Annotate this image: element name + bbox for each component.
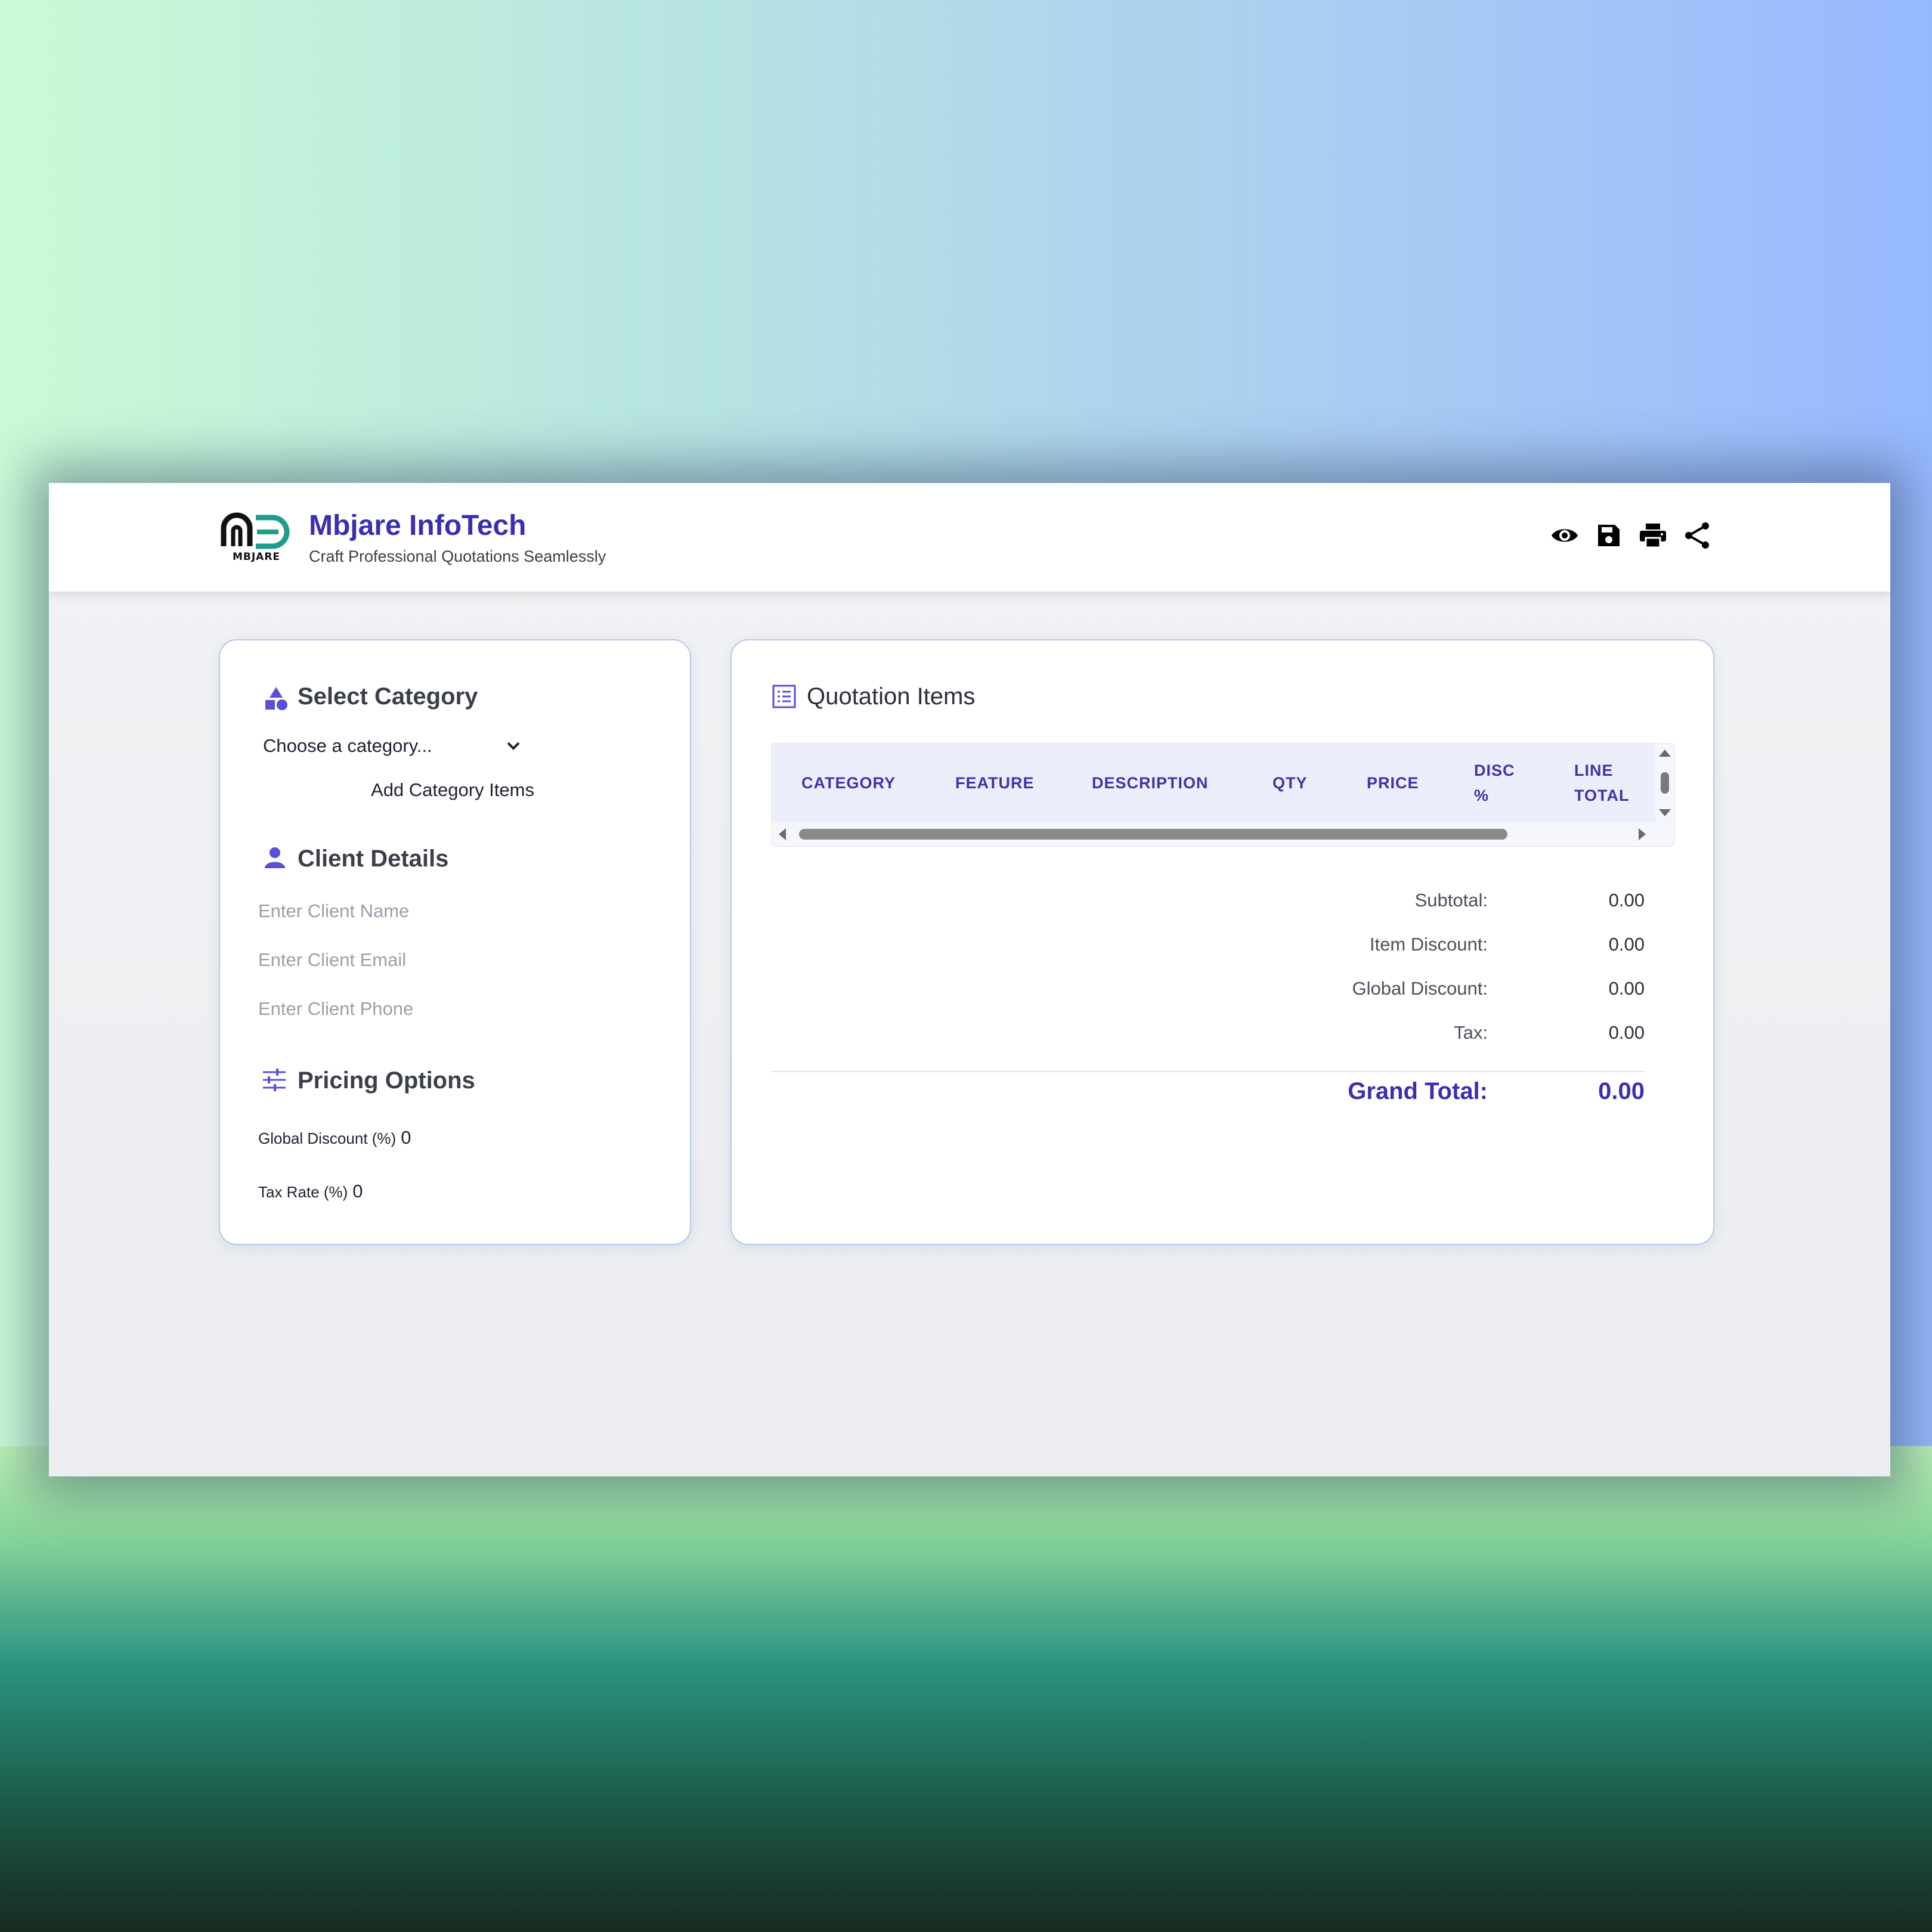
eye-icon[interactable] [1549,520,1580,551]
user-icon [265,847,285,868]
column-header-feature: FEATURE [955,774,1035,792]
item-discount-row: Item Discount: 0.00 [732,934,1713,962]
client-section-title: Client Details [298,846,449,872]
tax-row: Tax: 0.00 [732,1022,1713,1051]
column-header-qty: QTY [1272,774,1308,792]
settings-card: Select Category Choose a category... Add… [219,639,691,1245]
global-discount-label: Global Discount (%) [258,1129,397,1147]
logo-mark [221,512,290,549]
tax-rate-input[interactable]: 0 [352,1181,363,1202]
global-discount-field: Global Discount (%) 0 [258,1127,411,1148]
add-category-items-button[interactable]: Add Category Items [363,774,542,806]
column-header-category: CATEGORY [801,774,896,792]
print-icon[interactable] [1637,520,1668,551]
tax-value: 0.00 [1608,1022,1645,1043]
category-select-value: Choose a category... [263,735,432,756]
global-discount-input[interactable]: 0 [401,1127,411,1148]
tax-rate-field: Tax Rate (%) 0 [258,1181,363,1202]
category-section-title: Select Category [298,683,478,710]
header-actions [1549,516,1726,555]
save-icon[interactable] [1593,520,1624,551]
category-select[interactable]: Choose a category... [263,730,520,762]
app-window: MBJARE Mbjare InfoTech Craft Professiona… [49,483,1890,1476]
global-discount-row: Global Discount: 0.00 [732,978,1713,1007]
column-header-description: DESCRIPTION [1092,774,1209,792]
quotation-title: Quotation Items [807,683,976,710]
tax-rate-label: Tax Rate (%) [258,1183,348,1201]
vertical-scrollbar[interactable] [1655,744,1674,822]
pricing-section-title: Pricing Options [298,1067,475,1094]
app-header: MBJARE Mbjare InfoTech Craft Professiona… [49,483,1890,592]
items-table: CATEGORY FEATURE DESCRIPTION QTY PRICE D… [771,743,1675,847]
subtotal-row: Subtotal: 0.00 [732,890,1713,918]
brand-tagline: Craft Professional Quotations Seamlessly [309,547,606,565]
brand-title: Mbjare InfoTech [309,510,527,541]
quotation-card: Quotation Items CATEGORY FEATURE DESCRIP… [730,639,1714,1245]
client-phone-input[interactable] [258,992,628,1026]
grand-total-row: Grand Total: 0.00 [732,1078,1713,1114]
shapes-icon [265,687,287,710]
share-icon[interactable] [1682,520,1713,551]
column-header-disc: DISC % [1474,761,1515,804]
item-discount-value: 0.00 [1608,934,1645,955]
global-discount-total-label: Global Discount: [1352,978,1488,999]
logo-wordmark: MBJARE [232,551,281,563]
sliders-icon [263,1069,286,1091]
grand-total-value: 0.00 [1598,1078,1645,1104]
grand-total-label: Grand Total: [1348,1078,1488,1104]
subtotal-label: Subtotal: [1414,890,1488,911]
subtotal-value: 0.00 [1608,890,1645,911]
client-name-input[interactable] [258,894,628,928]
column-header-line-total: LINE TOTAL [1574,761,1630,804]
brand-logo: MBJARE [219,510,294,564]
client-email-input[interactable] [258,943,628,977]
table-header: CATEGORY FEATURE DESCRIPTION QTY PRICE D… [772,744,1655,822]
global-discount-total-value: 0.00 [1608,978,1645,999]
horizontal-scrollbar[interactable] [772,822,1674,846]
chevron-down-icon [507,742,520,750]
list-icon [772,685,796,708]
background-band [0,1446,1932,1932]
totals-divider [771,1071,1645,1072]
column-header-price: PRICE [1367,774,1419,792]
tax-label: Tax: [1454,1022,1488,1043]
item-discount-label: Item Discount: [1369,934,1488,955]
